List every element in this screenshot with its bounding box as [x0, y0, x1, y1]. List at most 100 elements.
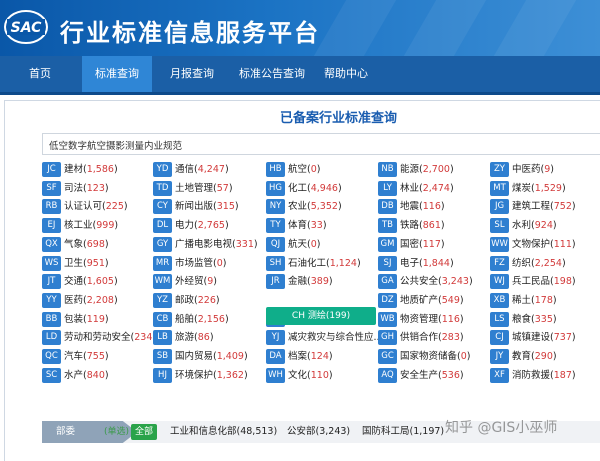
category-item-gy[interactable]: GY 广播电影电视(331): [153, 237, 258, 252]
category-item-mr[interactable]: MR 市场监管(0): [153, 256, 227, 271]
category-name: 减灾救灾与综合性应...: [288, 332, 383, 343]
category-selected-ch[interactable]: CH 测绘(199): [266, 307, 376, 325]
category-item-gm[interactable]: GM 国密(117): [378, 237, 445, 252]
category-item-hb[interactable]: HB 航空(0): [266, 162, 321, 177]
selected-name: 测绘: [307, 311, 326, 321]
nav-announcement-query[interactable]: 标准公告查询: [232, 56, 312, 92]
category-item-jg[interactable]: JG 建筑工程(752): [490, 199, 576, 214]
category-item-aq[interactable]: AQ 安全生产(536): [378, 368, 464, 383]
category-item-ty[interactable]: TY 体育(33): [266, 218, 327, 233]
single-select-hint: (单选): [104, 427, 130, 437]
category-code: JR: [266, 274, 285, 289]
category-item-cy[interactable]: CY 新闻出版(315): [153, 199, 239, 214]
category-name: 劳动和劳动安全: [64, 332, 131, 343]
next-filter-row: [42, 446, 600, 456]
category-item-jt[interactable]: JT 交通(1,605): [42, 274, 118, 289]
category-item-ld[interactable]: LD劳动和劳动安全(234): [42, 330, 156, 345]
category-item-rb[interactable]: RB 认证认可(225): [42, 199, 128, 214]
dept-item-sastind[interactable]: 国防科工局(1,197): [362, 421, 444, 443]
nav-standard-query[interactable]: 标准查询: [82, 56, 152, 92]
category-code: WB: [378, 312, 397, 327]
category-item-gh[interactable]: GH 供销合作(283): [378, 330, 464, 345]
all-departments-button[interactable]: 全部: [131, 424, 158, 440]
category-item-sf[interactable]: SF 司法(123): [42, 181, 109, 196]
category-item-wj[interactable]: WJ 兵工民品(198): [490, 274, 576, 289]
category-item-mt[interactable]: MT 煤炭(1,529): [490, 181, 566, 196]
category-item-hg[interactable]: HG 化工(4,946): [266, 181, 342, 196]
category-item-ws[interactable]: WS 卫生(951): [42, 256, 109, 271]
search-input[interactable]: [43, 135, 600, 155]
category-item-yj[interactable]: YJ 减灾救灾与综合性应...: [266, 330, 383, 345]
category-item-fz[interactable]: FZ 纺织(2,254): [490, 256, 566, 271]
category-code: YY: [42, 293, 61, 308]
dept-item-mps[interactable]: 公安部(3,243): [287, 421, 350, 443]
category-item-wm[interactable]: WM 外经贸(9): [153, 274, 217, 289]
main-nav: 首页 标准查询 月报查询 标准公告查询 帮助中心: [0, 56, 600, 95]
category-count: 9: [207, 276, 214, 287]
category-item-zy[interactable]: ZY 中医药(9): [490, 162, 554, 177]
category-item-ny[interactable]: NY 农业(5,352): [266, 199, 342, 214]
category-item-lb[interactable]: LB 旅游(86): [153, 330, 214, 345]
category-count: 234: [134, 332, 153, 343]
category-name: 司法: [64, 183, 84, 194]
category-item-jc[interactable]: JC 建材(1,586): [42, 162, 118, 177]
category-code: JC: [42, 162, 61, 177]
category-item-qj[interactable]: QJ 航天(0): [266, 237, 321, 252]
category-item-sc[interactable]: SC 水产(840): [42, 368, 109, 383]
category-item-jy[interactable]: JY 教育(290): [490, 349, 557, 364]
nav-home[interactable]: 首页: [18, 56, 62, 92]
category-count: 119: [86, 314, 105, 325]
category-code: QJ: [266, 237, 285, 252]
category-item-cb[interactable]: CB 船舶(2,156): [153, 312, 229, 327]
category-code: TY: [266, 218, 285, 233]
category-item-nb[interactable]: NB 能源(2,700): [378, 162, 454, 177]
category-item-dl[interactable]: DL 电力(2,765): [153, 218, 229, 233]
category-item-gc[interactable]: GC 国家物资储备(0): [378, 349, 471, 364]
nav-monthly-report[interactable]: 月报查询: [162, 56, 222, 92]
category-item-dz[interactable]: DZ 地质矿产(549): [378, 293, 464, 308]
category-item-xb[interactable]: XB 稀土(178): [490, 293, 557, 308]
category-item-ly[interactable]: LY 林业(2,474): [378, 181, 454, 196]
nav-help-center[interactable]: 帮助中心: [318, 56, 374, 92]
category-name: 水利: [512, 220, 532, 231]
category-item-ej[interactable]: EJ 核工业(999): [42, 218, 118, 233]
category-item-yz[interactable]: YZ 邮政(226): [153, 293, 220, 308]
category-name: 金融: [288, 276, 308, 287]
category-item-sb[interactable]: SB 国内贸易(1,409): [153, 349, 248, 364]
category-item-td[interactable]: TD 土地管理(57): [153, 181, 233, 196]
category-count: 117: [422, 239, 441, 250]
category-item-db[interactable]: DB 地震(116): [378, 199, 445, 214]
category-item-sl[interactable]: SL 水利(924): [490, 218, 557, 233]
category-name: 核工业: [64, 220, 93, 231]
category-item-ls[interactable]: LS 粮食(335): [490, 312, 557, 327]
category-item-da[interactable]: DA 档案(124): [266, 349, 333, 364]
category-item-xf[interactable]: XF 消防救援(187): [490, 368, 576, 383]
category-name: 文物保护: [512, 239, 551, 250]
category-item-bb[interactable]: BB 包装(119): [42, 312, 109, 327]
category-item-jr[interactable]: JR 金融(389): [266, 274, 333, 289]
category-item-qx[interactable]: QX 气象(698): [42, 237, 109, 252]
category-item-cj[interactable]: CJ 城镇建设(737): [490, 330, 576, 345]
category-name: 邮政: [175, 295, 195, 306]
category-code: SF: [42, 181, 61, 196]
category-item-sj[interactable]: SJ 电子(1,844): [378, 256, 454, 271]
category-item-sh[interactable]: SH 石油化工(1,124): [266, 256, 361, 271]
category-item-qc[interactable]: QC 汽车(755): [42, 349, 109, 364]
category-code: TD: [153, 181, 172, 196]
category-name: 交通: [64, 276, 84, 287]
search-box[interactable]: [42, 133, 600, 155]
category-code: NY: [266, 199, 285, 214]
category-count: 9: [544, 164, 551, 175]
category-name: 消防救援: [512, 370, 551, 381]
category-item-tb[interactable]: TB 铁路(861): [378, 218, 445, 233]
site-title: 行业标准信息服务平台: [60, 19, 320, 47]
category-item-ga[interactable]: GA 公共安全(3,243): [378, 274, 473, 289]
category-item-yd[interactable]: YD 通信(4,247): [153, 162, 229, 177]
category-item-yy[interactable]: YY 医药(2,208): [42, 293, 118, 308]
category-item-wh[interactable]: WH 文化(110): [266, 368, 333, 383]
dept-item-miit[interactable]: 工业和信息化部(48,513): [170, 421, 277, 443]
category-item-hj[interactable]: HJ 环境保护(1,362): [153, 368, 248, 383]
category-item-wb[interactable]: WB 物资管理(116): [378, 312, 464, 327]
category-code: XF: [490, 368, 509, 383]
category-item-ww[interactable]: WW 文物保护(111): [490, 237, 576, 252]
